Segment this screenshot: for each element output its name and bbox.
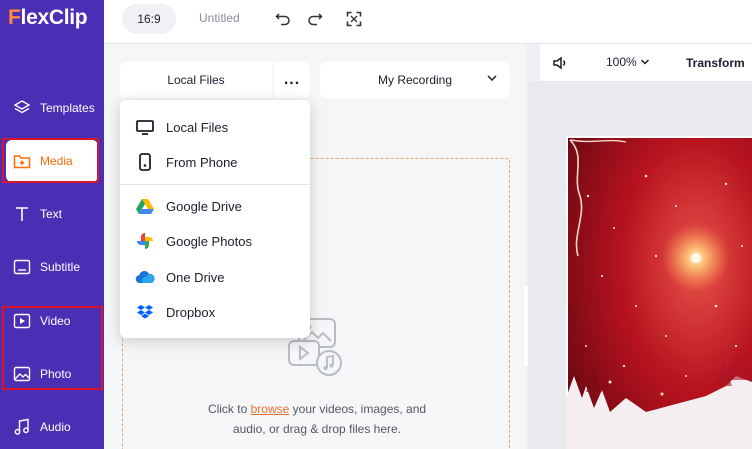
upload-source-menu: Local Files From Phone Google Drive Goog… [120,100,310,338]
sidebar-item-text[interactable]: Text [0,193,104,235]
music-icon [12,417,32,437]
menu-item-label: Dropbox [166,304,216,320]
christmas-scene-image [566,136,752,449]
sidebar-item-video[interactable]: Video [0,300,104,342]
google-drive-icon [134,195,156,217]
logo-text: lexClip [20,6,88,29]
chevron-down-icon [640,57,650,67]
local-files-button[interactable]: Local Files [120,62,272,98]
sidebar-item-label: Photo [40,367,72,381]
dropzone-instructions: Click to browse your videos, images, and… [207,402,427,436]
my-recording-label: My Recording [378,73,453,87]
more-options-button[interactable]: ... [274,62,310,98]
menu-item-label: Local Files [166,119,229,135]
sidebar-item-templates[interactable]: Templates [0,87,104,129]
transform-button[interactable]: Transform [686,56,745,70]
menu-item-label: One Drive [166,269,225,285]
zoom-select[interactable]: 100% [606,55,650,69]
preview-toolbar: 100% Transform [540,44,752,82]
text-icon [12,204,32,224]
top-bar: 16:9 Untitled [104,0,752,44]
sidebar-item-label: Subtitle [40,260,81,274]
undo-icon[interactable] [274,10,292,28]
menu-divider [120,184,310,185]
phone-icon [134,151,156,173]
menu-item-label: Google Photos [166,233,253,249]
menu-item-label: From Phone [166,154,238,170]
subtitle-icon [12,257,32,277]
fullscreen-icon[interactable] [345,10,363,28]
sidebar-item-media[interactable]: Media [6,140,98,182]
google-photos-icon [134,230,156,252]
flexclip-logo[interactable]: FlexClip [8,6,88,30]
menu-item-dropbox[interactable]: Dropbox [120,297,310,327]
video-preview-frame[interactable] [566,136,752,449]
sidebar: FlexClip Templates Media Text Subtitle V… [0,0,104,449]
zoom-value: 100% [606,55,637,69]
sidebar-item-label: Text [40,207,63,221]
menu-item-google-drive[interactable]: Google Drive [120,191,310,221]
browse-link[interactable]: browse [251,402,290,416]
folder-plus-icon [12,151,32,171]
menu-item-local-files[interactable]: Local Files [120,112,310,142]
sidebar-item-label: Media [40,154,73,168]
aspect-ratio-button[interactable]: 16:9 [122,4,176,34]
sidebar-item-label: Templates [40,101,95,115]
onedrive-icon [134,266,156,288]
sidebar-item-label: Video [40,314,71,328]
menu-item-from-phone[interactable]: From Phone [120,147,310,177]
menu-item-one-drive[interactable]: One Drive [120,262,310,292]
layers-icon [12,98,32,118]
sidebar-item-photo[interactable]: Photo [0,353,104,395]
my-recording-button[interactable]: My Recording [320,62,510,98]
menu-item-label: Google Drive [166,198,242,214]
redo-icon[interactable] [306,10,324,28]
project-title[interactable]: Untitled [199,11,240,25]
photo-icon [12,364,32,384]
sidebar-item-audio[interactable]: Audio [0,406,104,448]
sidebar-item-label: Audio [40,420,71,434]
volume-icon[interactable] [552,55,568,76]
sidebar-item-subtitle[interactable]: Subtitle [0,246,104,288]
monitor-icon [134,116,156,138]
chevron-down-icon [486,72,498,87]
video-icon [12,311,32,331]
menu-item-google-photos[interactable]: Google Photos [120,226,310,256]
dropbox-icon [134,301,156,323]
